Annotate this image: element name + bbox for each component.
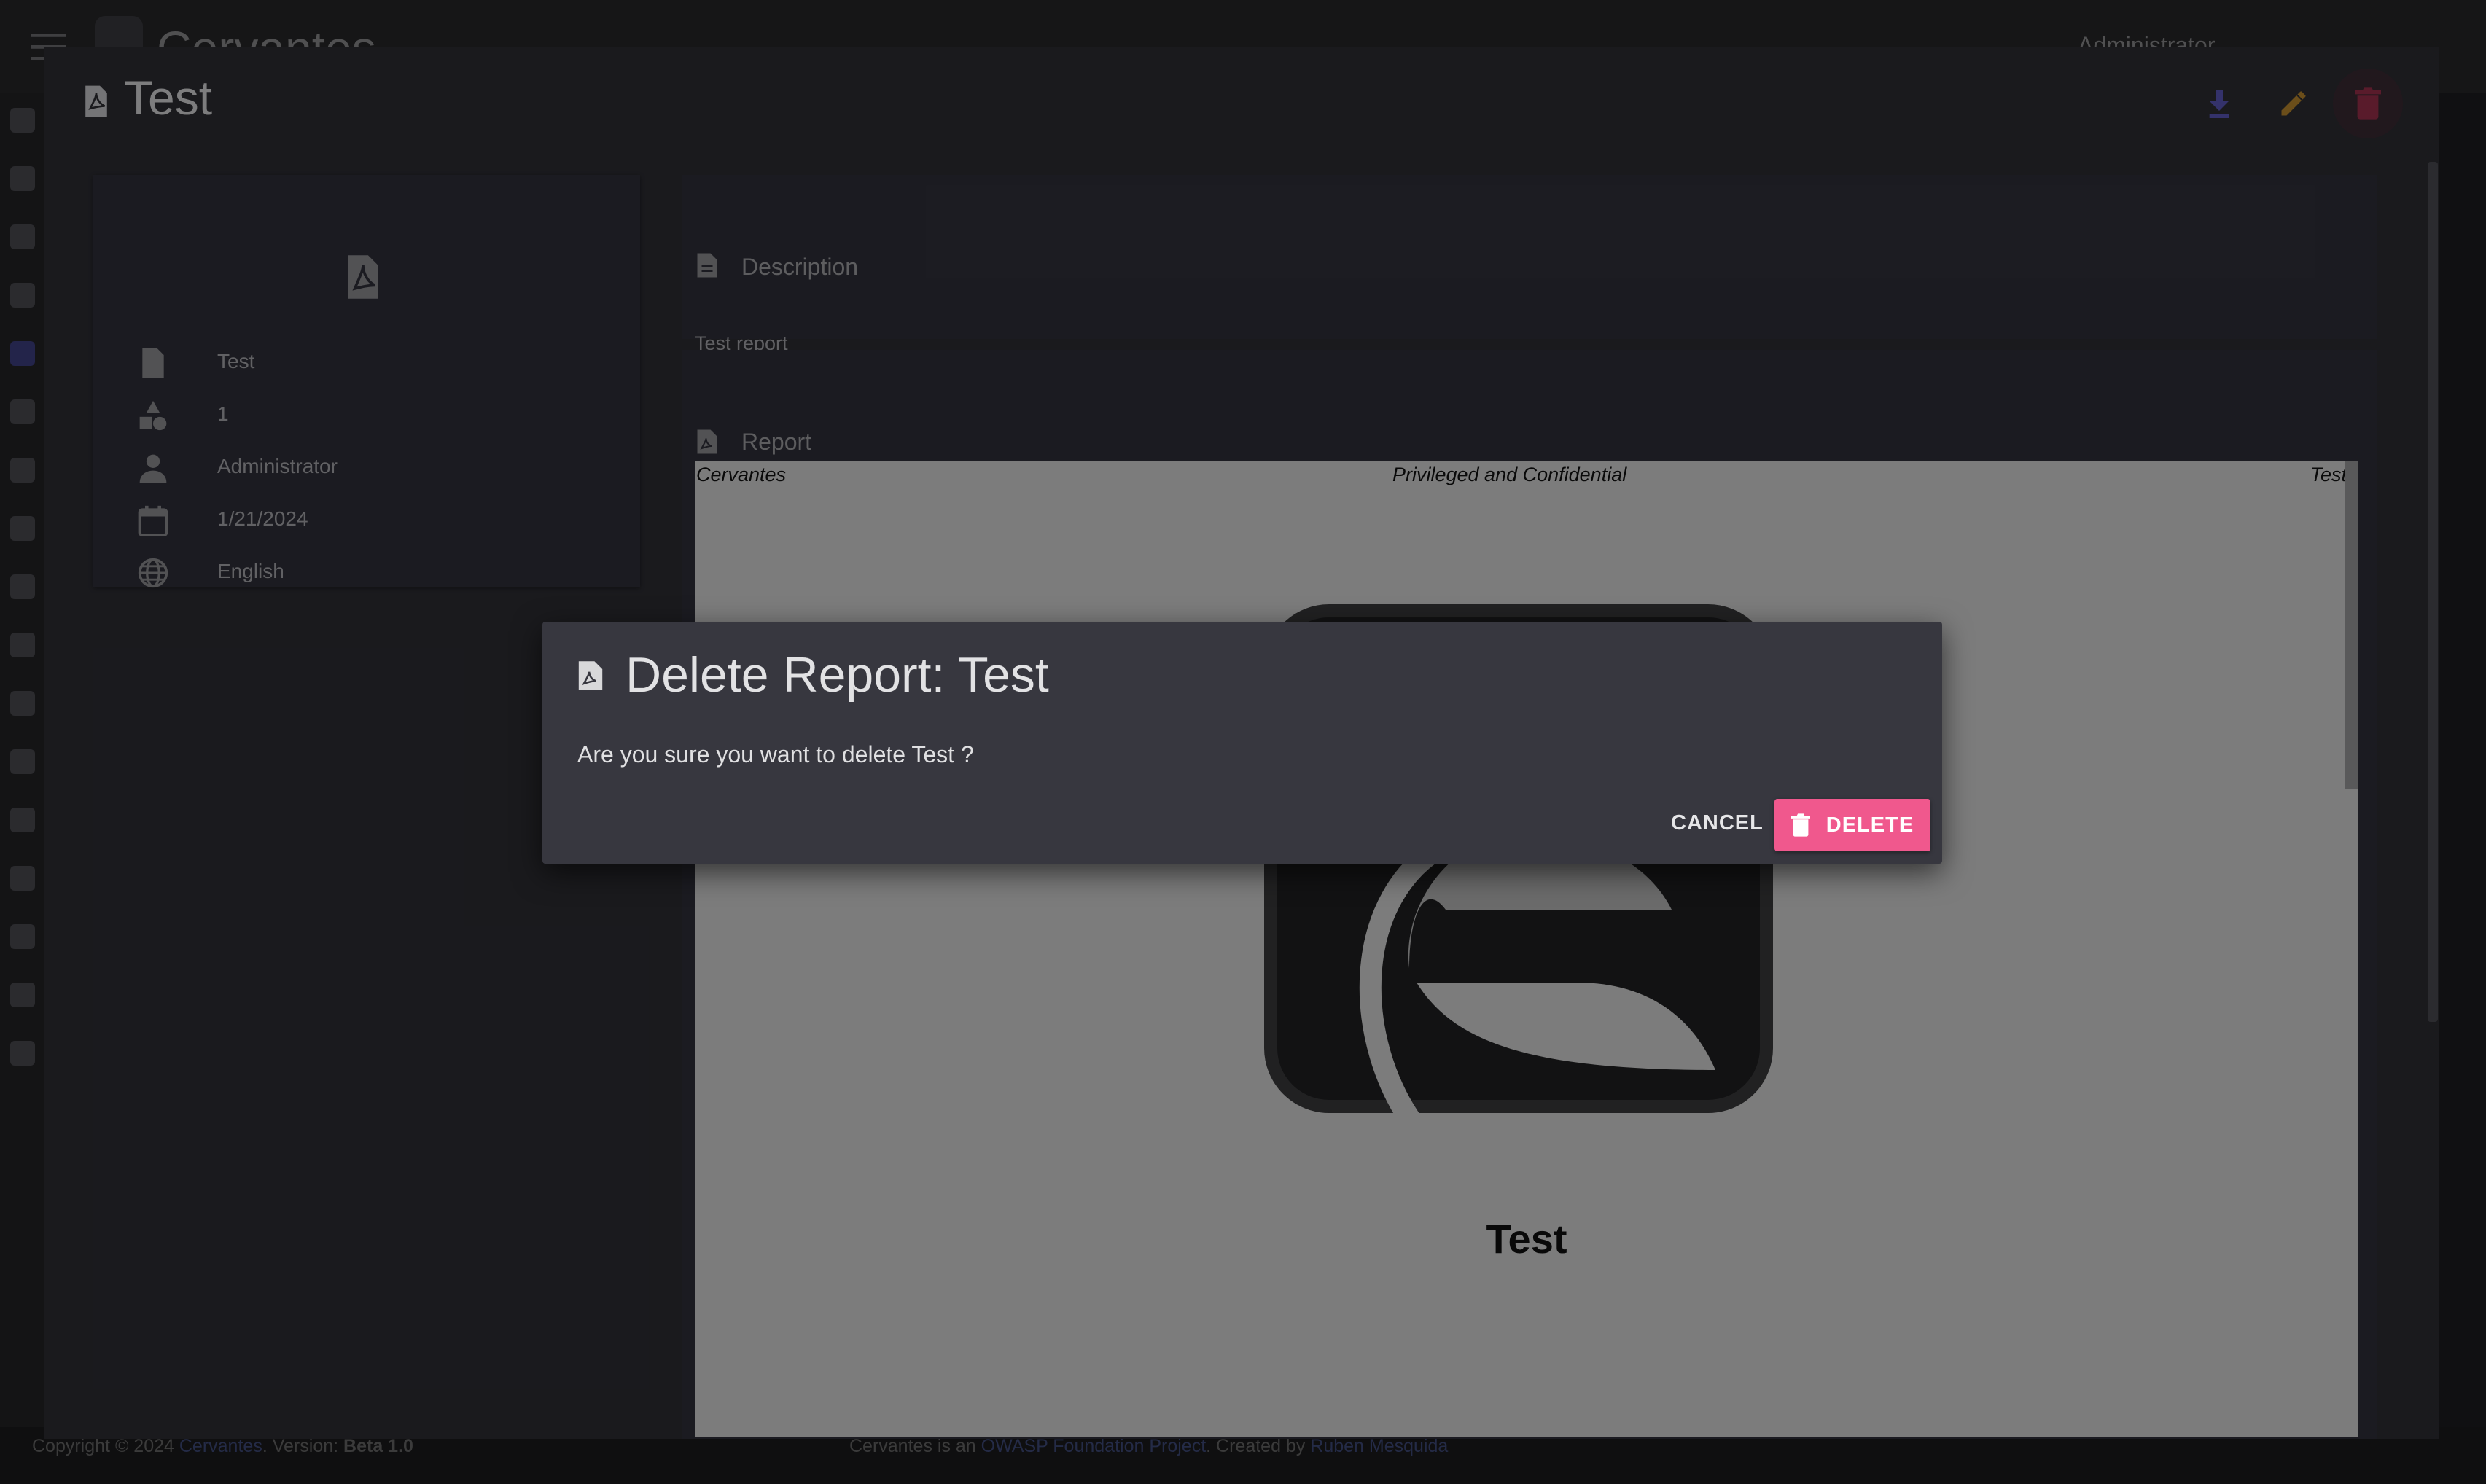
- trash-icon: [1791, 813, 1810, 837]
- cancel-button[interactable]: CANCEL: [1656, 797, 1778, 849]
- dialog-message: Are you sure you want to delete Test ?: [577, 741, 974, 768]
- delete-confirm-dialog: Delete Report: Test Are you sure you wan…: [542, 622, 1942, 864]
- dialog-title: Delete Report: Test: [626, 647, 1049, 703]
- pdf-icon: [578, 661, 603, 690]
- delete-button[interactable]: DELETE: [1774, 799, 1930, 851]
- delete-label: DELETE: [1825, 813, 1914, 837]
